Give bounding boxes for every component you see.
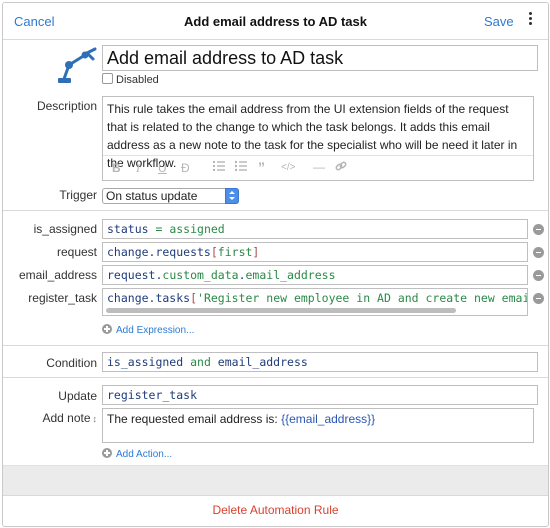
add-note-label-text: Add note [42,411,91,425]
code-token: assigned [169,222,225,236]
expression-input-email-address[interactable]: request.custom_data.email_address [102,265,528,285]
add-action-button[interactable]: Add Action... [102,448,172,460]
quote-icon[interactable]: ” [258,159,265,175]
code-token: is_assigned [107,355,184,369]
code-token: ] [252,245,260,259]
remove-expression-icon[interactable] [533,293,544,304]
trigger-label: Trigger [59,188,97,202]
code-token: status [107,222,149,236]
link-icon[interactable] [335,160,347,175]
page-title: Add email address to AD task [183,14,367,29]
condition-input[interactable]: is_assigned and email_address [102,352,538,372]
underline-icon[interactable]: U [158,161,167,175]
add-note-label: Add note ↕ [3,411,97,425]
code-token: email_address [245,268,336,282]
expression-input-request[interactable]: change.requests[first] [102,242,528,262]
code-token: email_address [217,355,308,369]
navigation-bar: Cancel Add email address to AD task Save [3,3,548,40]
bold-icon[interactable]: B [112,161,121,175]
note-input[interactable]: The requested email address is: {{email_… [102,408,534,443]
more-vertical-icon[interactable] [526,12,534,28]
description-editor[interactable]: This rule takes the email address from t… [102,96,534,181]
strikethrough-icon[interactable]: Đ [181,161,190,175]
code-token: custom_data [162,268,239,282]
horizontal-rule-icon[interactable]: — [313,160,325,174]
save-button[interactable]: Save [484,14,514,29]
code-token: change.tasks [107,291,191,305]
disabled-label: Disabled [116,74,159,86]
add-expression-label: Add Expression... [116,325,195,336]
note-text: The requested email address is: [107,412,282,426]
plus-circle-icon [102,448,112,458]
update-input[interactable]: register_task [102,385,538,405]
remove-expression-icon[interactable] [533,224,544,235]
section-spacer [3,465,548,496]
condition-label: Condition [46,356,97,370]
expression-label-is-assigned: is_assigned [33,222,97,236]
reorder-icon[interactable]: ↕ [93,414,98,424]
disabled-checkbox-row[interactable]: Disabled [102,73,159,86]
code-token: 'Register new employee in AD and create … [197,291,528,305]
disabled-checkbox[interactable] [102,73,113,84]
remove-expression-icon[interactable] [533,247,544,258]
code-token: change.requests [107,245,211,259]
section-divider [3,210,548,211]
add-expression-button[interactable]: Add Expression... [102,324,194,336]
add-action-label: Add Action... [116,449,173,460]
expression-input-is-assigned[interactable]: status = assigned [102,219,528,239]
code-token: and [183,355,218,369]
description-toolbar: B I U Đ ” </> — [103,155,533,180]
note-variable: {{email_address}} [281,412,376,426]
code-token: first [217,245,253,259]
expression-label-register-task: register_task [28,291,97,305]
section-divider [3,377,548,378]
description-label: Description [36,99,97,113]
code-token: = [148,222,170,236]
code-token: register_task [107,388,198,402]
rule-name-input[interactable]: Add email address to AD task [102,45,538,71]
select-arrows-icon[interactable] [225,188,239,204]
plus-circle-icon [102,324,112,334]
horizontal-scrollbar[interactable] [106,308,456,313]
robot-arm-icon [58,47,97,83]
section-divider [3,345,548,346]
expression-label-email-address: email_address [18,268,97,282]
code-token: [ [210,245,218,259]
italic-icon[interactable]: I [136,161,140,176]
delete-rule-button[interactable]: Delete Automation Rule [3,503,548,517]
expression-label-request: request [56,245,97,259]
bullet-list-icon[interactable] [234,160,247,175]
automation-rule-editor: Cancel Add email address to AD task Save… [2,2,549,527]
code-token: request. [107,268,163,282]
remove-expression-icon[interactable] [533,270,544,281]
code-token: [ [190,291,198,305]
update-label: Update [58,389,97,403]
trigger-selected-value: On status update [106,189,198,203]
code-icon[interactable]: </> [281,162,295,173]
numbered-list-icon[interactable] [213,160,225,175]
code-token: . [238,268,246,282]
trigger-select[interactable]: On status update [102,188,239,204]
